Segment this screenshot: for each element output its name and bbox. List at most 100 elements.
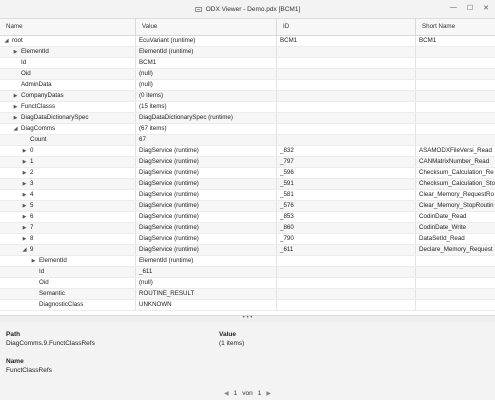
tree-row[interactable]: ▶ 6 DiagService (runtime) _853 CodinDate_Rea…: [0, 212, 495, 223]
property-grid: Name Value ID Short Name ◢ root EcuVariant…: [0, 19, 495, 315]
tree-row[interactable]: ▶ FunctClasss (15 items): [0, 102, 495, 113]
tree-row[interactable]: AdminData (null): [0, 80, 495, 91]
collapsed-icon[interactable]: ▶: [21, 146, 28, 156]
cell-id: _591: [277, 179, 416, 189]
cell-value: ElementId (runtime): [136, 47, 277, 57]
tree-row[interactable]: Id _611: [0, 267, 495, 278]
collapsed-icon[interactable]: ▶: [30, 256, 37, 266]
collapsed-icon[interactable]: ▶: [12, 47, 19, 57]
row-name: ElementId: [39, 257, 67, 264]
tree-row[interactable]: ▶ DiagDataDictionarySpec DiagDataDictionar…: [0, 113, 495, 124]
cell-value: DiagService (runtime): [136, 201, 277, 211]
tree-row[interactable]: Oid (null): [0, 69, 495, 80]
cell-name: ▶ 0: [0, 146, 136, 156]
tree-row[interactable]: ◢ 9 DiagService (runtime) _611 Declare_Memor…: [0, 245, 495, 256]
next-page-icon[interactable]: ▶: [266, 390, 271, 397]
cell-id: _797: [277, 157, 416, 167]
tree-row[interactable]: ▶ 8 DiagService (runtime) _790 DataSetId_Rea…: [0, 234, 495, 245]
cell-value: UNKNOWN: [136, 300, 277, 310]
tree-row[interactable]: ◢ DiagComms (67 items): [0, 124, 495, 135]
tree-row[interactable]: ▶ CompanyDatas (0 items): [0, 91, 495, 102]
expanded-icon[interactable]: ◢: [21, 245, 28, 255]
cell-short-name: [416, 300, 495, 310]
cell-value: DiagService (runtime): [136, 146, 277, 156]
tree-row[interactable]: Oid (null): [0, 278, 495, 289]
cell-value: (null): [136, 80, 277, 90]
row-name: 1: [30, 158, 34, 165]
panel-splitter[interactable]: • • •: [0, 315, 495, 322]
tree-row[interactable]: Count 67: [0, 135, 495, 146]
total-pages: 1: [257, 389, 262, 397]
column-header-short-name[interactable]: Short Name: [416, 19, 495, 35]
collapsed-icon[interactable]: ▶: [21, 234, 28, 244]
cell-short-name: [416, 91, 495, 101]
tree-row[interactable]: Id BCM1: [0, 58, 495, 69]
tree-row[interactable]: ▶ 2 DiagService (runtime) _596 Checksum_Calc…: [0, 168, 495, 179]
row-name: Oid: [39, 279, 49, 286]
tree-row[interactable]: ▶ 1 DiagService (runtime) _797 CANMatrixNumb…: [0, 157, 495, 168]
collapsed-icon[interactable]: ▶: [12, 113, 19, 123]
column-header-id[interactable]: ID: [277, 19, 416, 35]
row-name: AdminData: [21, 81, 52, 88]
row-name: 5: [30, 202, 34, 209]
column-header-name[interactable]: Name: [0, 19, 136, 35]
previous-page-icon[interactable]: ◀: [224, 390, 229, 397]
row-name: Count: [30, 136, 47, 143]
cell-value: DiagService (runtime): [136, 190, 277, 200]
value-value: (1 items): [219, 340, 245, 347]
cell-id: [277, 69, 416, 79]
cell-id: [277, 267, 416, 277]
row-name: CompanyDatas: [21, 92, 64, 99]
cell-short-name: Clear_Memory_RequestRo: [419, 191, 494, 198]
cell-name: ▶ 3: [0, 179, 136, 189]
collapsed-icon[interactable]: ▶: [21, 168, 28, 178]
tree-row[interactable]: ▶ 0 DiagService (runtime) _832 ASAMODXFileVe…: [0, 146, 495, 157]
cell-id: [277, 102, 416, 112]
cell-value: (null): [136, 69, 277, 79]
cell-name: Oid: [0, 278, 136, 288]
cell-name: Id: [0, 58, 136, 68]
minimize-button[interactable]: —: [450, 4, 457, 12]
row-name: 6: [30, 213, 34, 220]
current-page: 1: [233, 389, 238, 397]
cell-value: (15 items): [136, 102, 277, 112]
tree-row[interactable]: ▶ ElementId ElementId (runtime): [0, 256, 495, 267]
cell-short-name: [416, 80, 495, 90]
tree-row[interactable]: DiagnosticClass UNKNOWN: [0, 300, 495, 311]
tree-row[interactable]: ▶ 7 DiagService (runtime) _860 CodinDate_Wri…: [0, 223, 495, 234]
cell-id: _611: [277, 245, 416, 255]
column-header-value[interactable]: Value: [136, 19, 277, 35]
cell-id: [277, 124, 416, 134]
close-button[interactable]: ✕: [483, 4, 489, 12]
tree-row[interactable]: ◢ root EcuVariant (runtime) BCM1 BCM1: [0, 36, 495, 47]
collapsed-icon[interactable]: ▶: [21, 223, 28, 233]
tree-row[interactable]: ▶ 5 DiagService (runtime) _576 Clear_Memory_…: [0, 201, 495, 212]
collapsed-icon[interactable]: ▶: [21, 179, 28, 189]
cell-id: _860: [277, 223, 416, 233]
cell-short-name: [416, 135, 495, 145]
tree-row[interactable]: ▶ 4 DiagService (runtime) _581 Clear_Memory_…: [0, 190, 495, 201]
collapsed-icon[interactable]: ▶: [21, 190, 28, 200]
cell-id: _576: [277, 201, 416, 211]
maximize-button[interactable]: ☐: [467, 4, 473, 12]
collapsed-icon[interactable]: ▶: [21, 212, 28, 222]
collapsed-icon[interactable]: ▶: [12, 102, 19, 112]
cell-name: Count: [0, 135, 136, 145]
cell-name: AdminData: [0, 80, 136, 90]
cell-value: ROUTINE_RESULT: [136, 289, 277, 299]
grid-rows: ◢ root EcuVariant (runtime) BCM1 BCM1 ▶ Elemen…: [0, 36, 495, 311]
row-name: DiagDataDictionarySpec: [21, 114, 89, 121]
collapsed-icon[interactable]: ▶: [21, 157, 28, 167]
expanded-icon[interactable]: ◢: [12, 124, 19, 134]
collapsed-icon[interactable]: ▶: [12, 91, 19, 101]
expanded-icon[interactable]: ◢: [3, 36, 10, 46]
cell-name: ▶ DiagDataDictionarySpec: [0, 113, 136, 123]
tree-row[interactable]: ▶ ElementId ElementId (runtime): [0, 47, 495, 58]
cell-id: _853: [277, 212, 416, 222]
tree-row[interactable]: ▶ 3 DiagService (runtime) _591 Checksum_Calc…: [0, 179, 495, 190]
cell-short-name: CodinDate_Read: [419, 213, 467, 220]
row-name: 2: [30, 169, 34, 176]
tree-row[interactable]: Semantic ROUTINE_RESULT: [0, 289, 495, 300]
row-name: 7: [30, 224, 34, 231]
collapsed-icon[interactable]: ▶: [21, 201, 28, 211]
